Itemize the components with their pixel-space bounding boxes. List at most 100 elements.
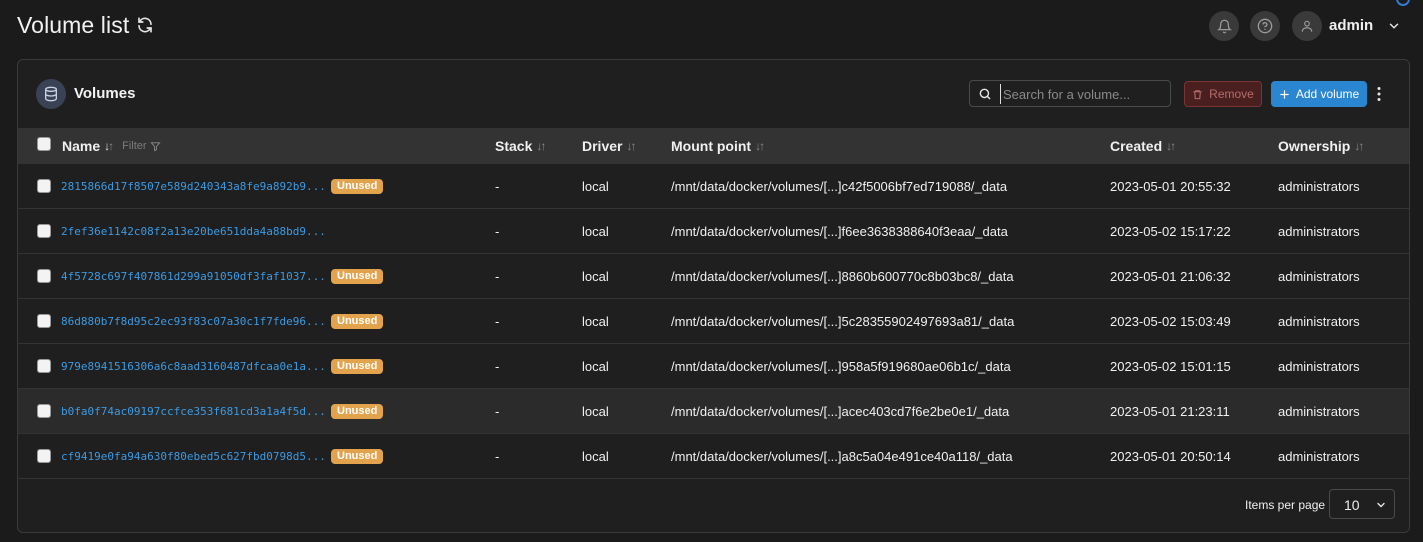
volume-name-link[interactable]: b0fa0f74ac09197ccfce353f681cd3a1a4f5d... [61,405,326,418]
sort-icon[interactable]: ↓↑ [104,139,114,153]
sort-icon[interactable]: ↓↑ [536,139,546,153]
remove-button-label: Remove [1209,87,1254,101]
remove-button[interactable]: Remove [1184,81,1262,107]
driver-cell: local [582,359,609,374]
volume-name-link[interactable]: 979e8941516306a6c8aad3160487dfcaa0e1a... [61,360,326,373]
column-stack[interactable]: Stack ↓↑ [495,138,546,154]
chevron-down-icon[interactable] [1387,19,1401,33]
search-box [969,80,1171,107]
driver-cell: local [582,269,609,284]
created-cell: 2023-05-02 15:01:15 [1110,359,1231,374]
volume-name-link[interactable]: 4f5728c697f407861d299a91050df3faf1037... [61,270,326,283]
status-badge: Unused [331,314,384,329]
row-checkbox[interactable] [37,359,51,373]
select-all-checkbox[interactable] [37,137,51,151]
bell-icon [1216,19,1232,33]
table-row[interactable]: 86d880b7f8d95c2ec93f83c07a30c1f7fde96...… [18,299,1409,344]
plus-icon [1280,89,1289,99]
user-icon [1301,20,1313,32]
panel-title: Volumes [74,85,136,102]
avatar[interactable] [1292,11,1322,41]
created-cell: 2023-05-01 21:23:11 [1110,404,1230,419]
panel-header: Volumes Remove Add volume [18,60,1409,128]
filter-icon [149,141,161,151]
volume-name-link[interactable]: 86d880b7f8d95c2ec93f83c07a30c1f7fde96... [61,315,326,328]
ownership-cell: administrators [1278,269,1360,284]
status-badge: Unused [331,449,384,464]
volume-name-link[interactable]: 2fef36e1142c08f2a13e20be651dda4a88bd9... [61,225,326,238]
created-cell: 2023-05-01 21:06:32 [1110,269,1231,284]
table-header: Name ↓↑ Filter Stack ↓↑ Driver ↓↑ Mount … [18,128,1409,164]
notifications-button[interactable] [1209,11,1239,41]
help-button[interactable] [1250,11,1280,41]
trash-icon [1193,89,1202,99]
driver-cell: local [582,449,609,464]
stack-cell: - [495,449,500,464]
ownership-cell: administrators [1278,449,1360,464]
stack-cell: - [495,314,500,329]
status-indicator [1396,0,1410,6]
volume-name-link[interactable]: 2815866d17f8507e589d240343a8fe9a892b9... [61,180,326,193]
sort-icon[interactable]: ↓↑ [1354,139,1364,153]
volumes-panel: Volumes Remove Add volume Name ↓↑ Filter… [17,59,1410,533]
row-checkbox[interactable] [37,449,51,463]
database-icon [36,79,66,109]
row-checkbox[interactable] [37,224,51,238]
mount-point-cell: /mnt/data/docker/volumes/[...]acec403cd7… [671,404,1010,419]
refresh-icon[interactable] [136,16,154,34]
filter-button[interactable]: Filter [122,140,161,152]
items-per-page-label: Items per page [1245,498,1326,512]
status-badge: Unused [331,179,384,194]
sort-icon[interactable]: ↓↑ [755,139,765,153]
search-input[interactable] [1000,84,1165,104]
created-cell: 2023-05-02 15:03:49 [1110,314,1231,329]
sort-icon[interactable]: ↓↑ [626,139,636,153]
items-per-page-select[interactable]: 10 [1329,489,1395,519]
status-badge: Unused [331,359,384,374]
add-volume-button-label: Add volume [1295,87,1360,101]
user-name[interactable]: admin [1329,17,1373,34]
column-ownership[interactable]: Ownership ↓↑ [1278,138,1364,154]
table-row[interactable]: 4f5728c697f407861d299a91050df3faf1037...… [18,254,1409,299]
status-badge: Unused [331,269,384,284]
chevron-down-icon [1377,502,1385,508]
ownership-cell: administrators [1278,224,1360,239]
status-badge: Unused [331,404,384,419]
created-cell: 2023-05-01 20:55:32 [1110,179,1231,194]
driver-cell: local [582,179,609,194]
stack-cell: - [495,269,500,284]
volume-name-link[interactable]: cf9419e0fa94a630f80ebed5c627fbd0798d5... [61,450,326,463]
mount-point-cell: /mnt/data/docker/volumes/[...]a8c5a04e49… [671,449,1013,464]
table-row[interactable]: 979e8941516306a6c8aad3160487dfcaa0e1a...… [18,344,1409,389]
ownership-cell: administrators [1278,404,1360,419]
help-icon [1257,18,1273,34]
ownership-cell: administrators [1278,314,1360,329]
table-row[interactable]: 2fef36e1142c08f2a13e20be651dda4a88bd9...… [18,209,1409,254]
more-options-icon[interactable] [1374,85,1384,103]
column-created[interactable]: Created ↓↑ [1110,138,1176,154]
column-driver[interactable]: Driver ↓↑ [582,138,636,154]
page-title: Volume list [17,12,130,38]
table-row[interactable]: b0fa0f74ac09197ccfce353f681cd3a1a4f5d...… [18,389,1409,434]
mount-point-cell: /mnt/data/docker/volumes/[...]f6ee363838… [671,224,1008,239]
mount-point-cell: /mnt/data/docker/volumes/[...]958a5f9196… [671,359,1011,374]
driver-cell: local [582,314,609,329]
sort-icon[interactable]: ↓↑ [1166,139,1176,153]
row-checkbox[interactable] [37,179,51,193]
stack-cell: - [495,404,500,419]
driver-cell: local [582,224,609,239]
row-checkbox[interactable] [37,404,51,418]
mount-point-cell: /mnt/data/docker/volumes/[...]c42f5006bf… [671,179,1008,194]
column-mount-point[interactable]: Mount point ↓↑ [671,138,765,154]
stack-cell: - [495,224,500,239]
table-row[interactable]: 2815866d17f8507e589d240343a8fe9a892b9...… [18,164,1409,209]
add-volume-button[interactable]: Add volume [1271,81,1367,107]
created-cell: 2023-05-02 15:17:22 [1110,224,1231,239]
stack-cell: - [495,359,500,374]
stack-cell: - [495,179,500,194]
table-row[interactable]: cf9419e0fa94a630f80ebed5c627fbd0798d5...… [18,434,1409,479]
row-checkbox[interactable] [37,314,51,328]
column-name[interactable]: Name ↓↑ Filter [62,138,161,154]
row-checkbox[interactable] [37,269,51,283]
page-header: Volume list admin [0,0,1423,55]
